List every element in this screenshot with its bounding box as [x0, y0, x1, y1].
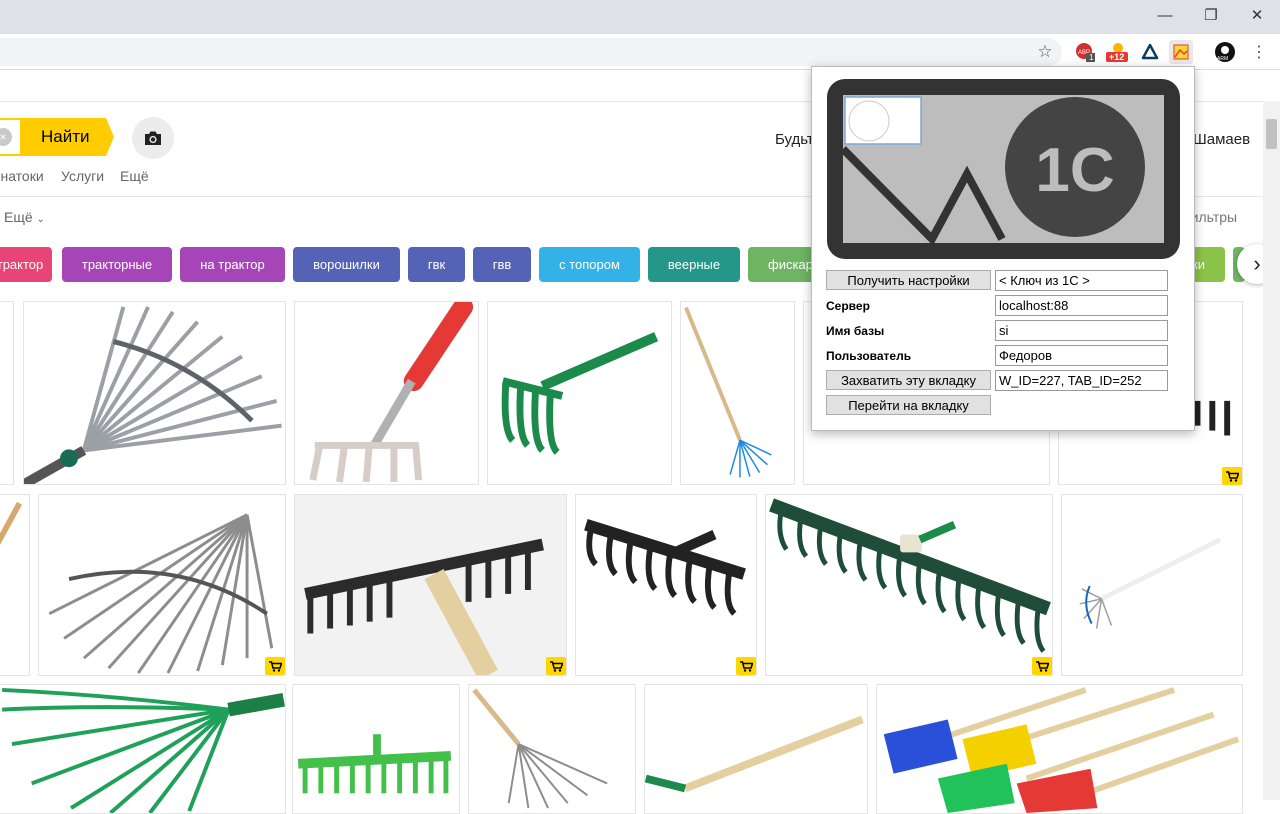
image-tile[interactable]	[294, 494, 567, 676]
scrollbar-thumb[interactable]	[1266, 119, 1277, 149]
image-tile[interactable]	[1061, 494, 1243, 676]
adblock-extension-icon[interactable]: ABP 1	[1074, 41, 1096, 63]
chip-traktornye[interactable]: тракторные	[62, 247, 172, 282]
cart-icon[interactable]	[1032, 657, 1052, 675]
triangle-extension-icon[interactable]	[1139, 41, 1161, 63]
leaf-rake-image	[684, 306, 772, 478]
extension-popup: 1С Получить настройки < Ключ из 1С > Сер…	[811, 66, 1195, 431]
green-fan-rake-image	[2, 687, 285, 813]
image-tile[interactable]	[680, 301, 795, 485]
key-field[interactable]: < Ключ из 1С >	[995, 270, 1168, 291]
capture-tab-button[interactable]: Захватить эту вкладку	[826, 370, 991, 390]
service-link-znatoki[interactable]: Знатоки	[0, 168, 44, 184]
chip-traktor[interactable]: трактор	[0, 247, 52, 282]
browser-toolbar: ☆ ABP 1 +12 ARM ⋮	[0, 34, 1280, 70]
close-icon[interactable]: ✕	[1234, 0, 1280, 30]
fan-rake-image	[24, 306, 282, 484]
leaf-rake-image	[1079, 537, 1222, 629]
search-button[interactable]: Найти	[20, 118, 114, 156]
weather-extension-icon[interactable]: +12	[1104, 41, 1130, 63]
image-tile[interactable]	[292, 684, 460, 814]
cart-icon[interactable]	[736, 657, 756, 675]
green-rake-image	[769, 498, 1051, 653]
image-tile[interactable]	[765, 494, 1053, 676]
user-field[interactable]: Федоров	[995, 345, 1168, 366]
chevron-down-icon: ⌄	[36, 214, 45, 225]
image-tile[interactable]	[38, 494, 286, 676]
extension-badge-count: 1	[1089, 53, 1094, 62]
image-tile[interactable]	[0, 494, 30, 676]
green-hand-rake-image	[501, 332, 659, 455]
user-label: Пользователь	[826, 349, 912, 363]
service-link-more[interactable]: Ещё	[120, 168, 149, 184]
page-scrollbar[interactable]	[1263, 101, 1280, 800]
image-tile[interactable]	[644, 684, 868, 814]
hand-rake-image	[309, 302, 474, 483]
cart-icon[interactable]	[1222, 467, 1242, 485]
filters-more-dropdown[interactable]: Ещё ⌄	[4, 209, 45, 225]
chip-s-toporom[interactable]: с топором	[539, 247, 640, 282]
green-garden-rake-image	[297, 734, 452, 794]
cart-icon[interactable]	[546, 657, 566, 675]
search-button-label: Найти	[41, 127, 90, 146]
server-field[interactable]: localhost:88	[995, 295, 1168, 316]
restore-icon[interactable]: ❐	[1188, 0, 1234, 30]
db-name-field[interactable]: si	[995, 320, 1168, 341]
browser-titlebar: — ❐ ✕	[0, 0, 1280, 34]
image-tile[interactable]	[876, 684, 1243, 814]
rake-with-handle-image	[645, 715, 864, 793]
black-rake-image	[584, 519, 746, 616]
chip-voroshilki[interactable]: ворошилки	[293, 247, 400, 282]
image-extension-icon[interactable]	[1169, 40, 1193, 64]
filters-more-label: Ещё	[4, 209, 33, 225]
extension-logo-image: 1С	[827, 79, 1180, 259]
image-tile[interactable]	[23, 301, 286, 485]
logo-1c-text: 1С	[1035, 136, 1114, 205]
weather-badge: +12	[1109, 52, 1125, 62]
chip-fiskar[interactable]: фискар	[748, 247, 818, 282]
image-tile[interactable]	[468, 684, 636, 814]
address-bar[interactable]	[0, 38, 1062, 66]
cart-icon[interactable]	[265, 657, 285, 675]
chip-veernye[interactable]: веерные	[648, 247, 740, 282]
chip-gvv[interactable]: гвв	[473, 247, 531, 282]
chip-na-traktor[interactable]: на трактор	[180, 247, 285, 282]
fan-rake-image	[48, 513, 274, 674]
kids-rake-set-image	[883, 687, 1240, 813]
image-tile[interactable]	[575, 494, 757, 676]
db-name-label: Имя базы	[826, 324, 885, 338]
user-name[interactable]: Шамаев	[1193, 131, 1250, 148]
header-promo-text[interactable]: Будьт	[775, 131, 814, 148]
garden-rake-image	[304, 538, 544, 675]
server-label: Сервер	[826, 299, 870, 313]
fan-rake-image	[472, 688, 608, 809]
service-link-uslugi[interactable]: Услуги	[61, 168, 104, 184]
image-tile[interactable]	[487, 301, 672, 485]
avatar-text: ARM	[1217, 56, 1229, 62]
get-settings-button[interactable]: Получить настройки	[826, 270, 991, 290]
go-to-tab-button[interactable]: Перейти на вкладку	[826, 395, 991, 415]
camera-search-button[interactable]	[132, 117, 174, 159]
minimize-icon[interactable]: —	[1142, 0, 1188, 30]
image-tile[interactable]	[0, 684, 286, 814]
chevron-right-icon: ›	[1253, 251, 1261, 276]
profile-avatar[interactable]: ARM	[1214, 41, 1236, 63]
chip-gvk[interactable]: гвк	[408, 247, 465, 282]
image-tile[interactable]	[294, 301, 479, 485]
menu-kebab-icon[interactable]: ⋮	[1248, 41, 1270, 63]
bookmark-star-icon[interactable]: ☆	[1034, 41, 1056, 63]
image-tile[interactable]	[0, 301, 14, 485]
camera-icon	[145, 131, 161, 145]
tab-ids-field[interactable]: W_ID=227, TAB_ID=252	[995, 370, 1168, 391]
handle-image	[0, 501, 23, 546]
